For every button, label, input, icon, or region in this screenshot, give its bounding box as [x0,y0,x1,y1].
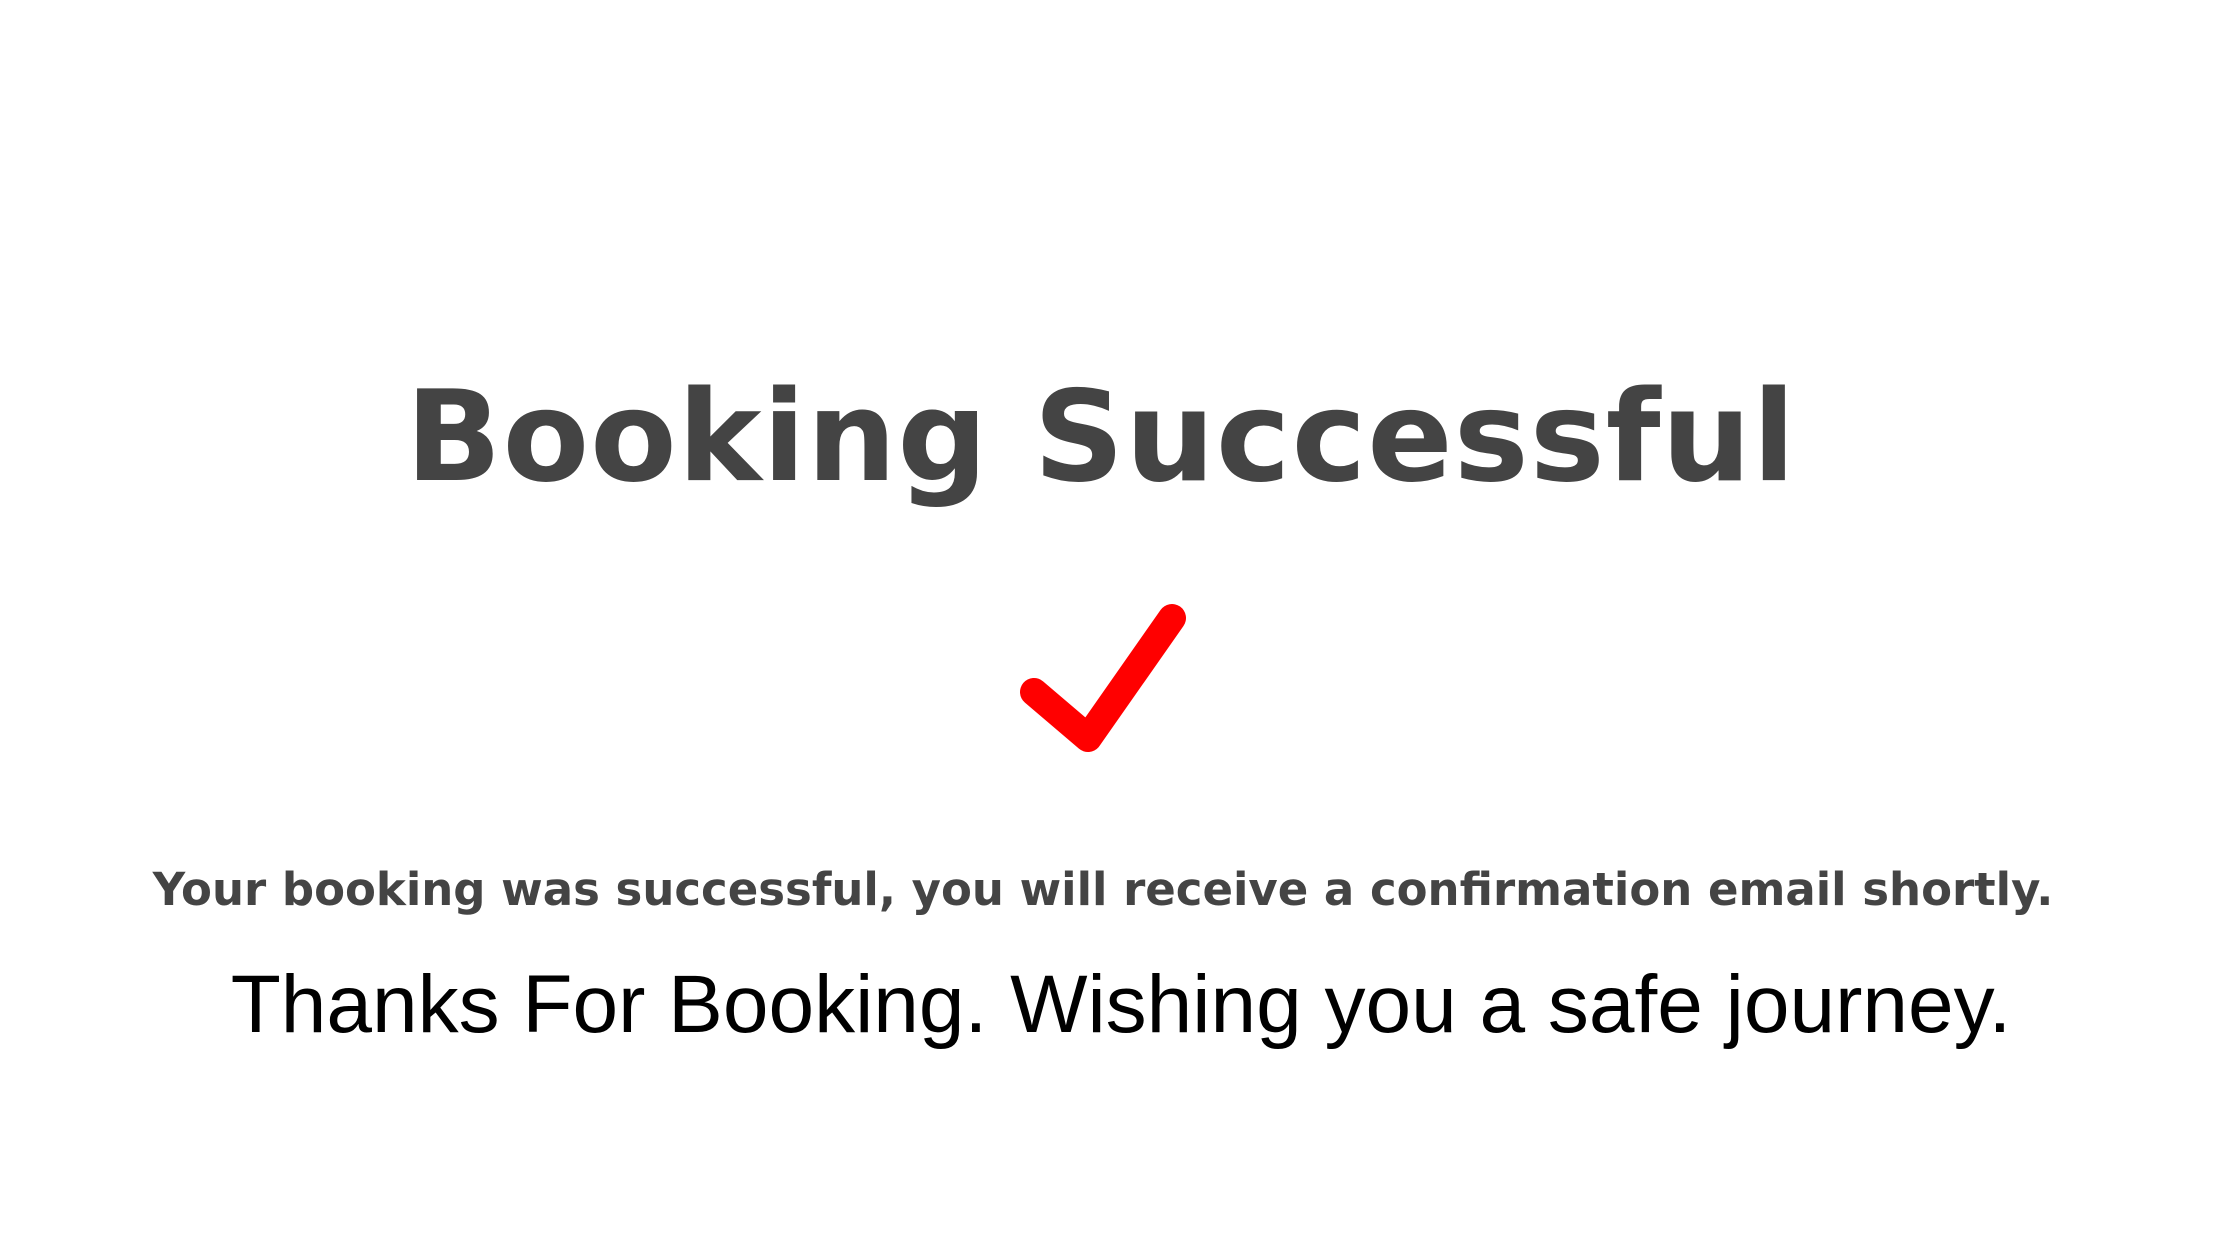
thanks-message: Thanks For Booking. Wishing you a safe j… [230,959,2012,1050]
confirmation-message: Your booking was successful, you will re… [152,863,2054,916]
booking-success-page: Booking Successful Your booking was succ… [0,0,2222,1250]
page-title: Booking Successful [405,363,1797,510]
checkmark-stroke [1020,604,1186,752]
checkmark-icon [1020,604,1186,752]
